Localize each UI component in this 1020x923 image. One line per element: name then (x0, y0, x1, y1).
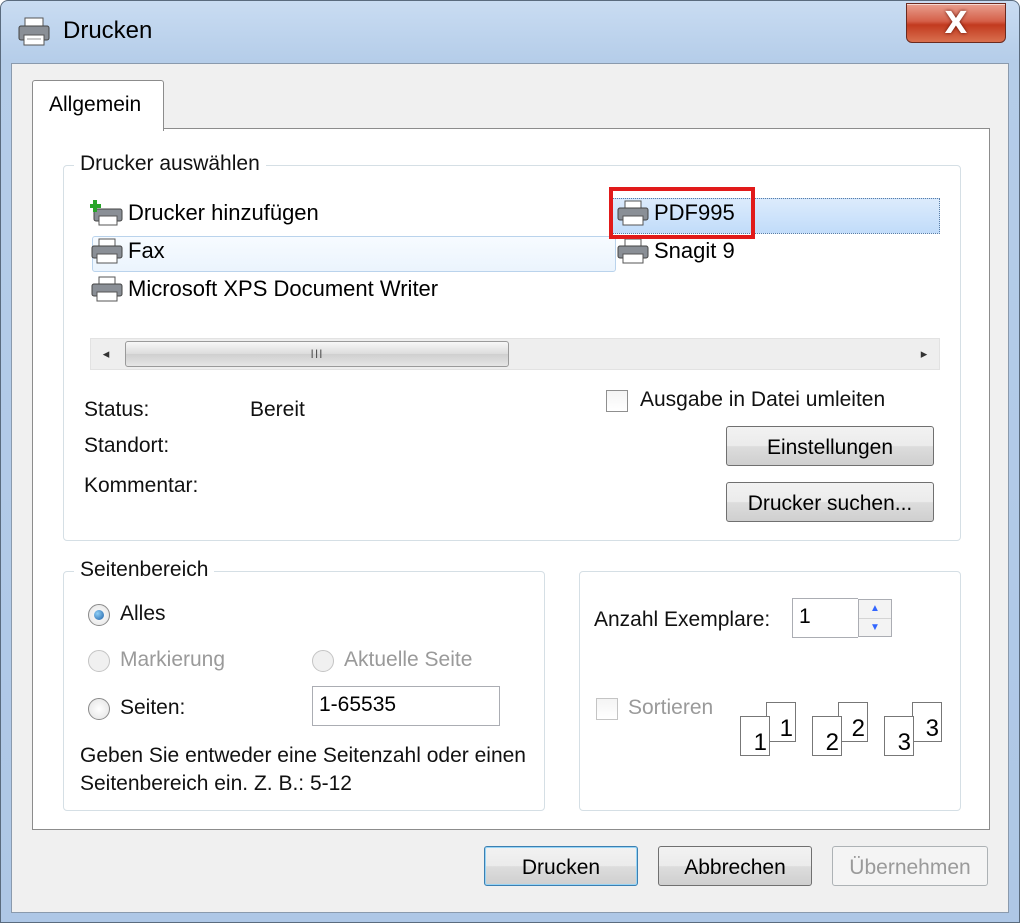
printer-item-label: Snagit 9 (654, 238, 735, 263)
dialog-body: Allgemein Drucker auswählen Drucker hinz… (11, 63, 1009, 913)
copies-input[interactable]: 1 (792, 598, 858, 638)
printer-item-add-printer[interactable]: Drucker hinzufügen (90, 200, 319, 226)
printer-item-label: Microsoft XPS Document Writer (128, 276, 439, 301)
collate-illustration: 1 1 2 2 3 3 (736, 702, 950, 768)
radio-pages-label[interactable]: Seiten: (120, 696, 185, 720)
printer-icon (91, 238, 123, 264)
location-label: Standort: (84, 434, 170, 457)
close-icon: X (944, 6, 968, 41)
copies-group: Anzahl Exemplare: 1 ▲ ▼ Sortieren 1 1 2 … (579, 571, 961, 811)
title-bar: Drucken X (1, 1, 1019, 59)
fax-hover-highlight (92, 236, 616, 272)
add-printer-icon (90, 200, 123, 226)
page-range-group: Seitenbereich Alles Markierung Aktuelle … (63, 558, 545, 811)
tab-panel-allgemein: Drucker auswählen Drucker hinzufügen Fax… (32, 128, 990, 830)
print-to-file-label[interactable]: Ausgabe in Datei umleiten (640, 388, 885, 412)
printer-icon (18, 17, 50, 46)
tab-allgemein[interactable]: Allgemein (32, 80, 164, 131)
apply-button: Übernehmen (832, 846, 988, 886)
collate-page-front: 3 (884, 716, 914, 756)
radio-selection (88, 650, 110, 672)
pages-input[interactable]: 1-65535 (312, 686, 500, 726)
status-label: Status: (84, 398, 150, 421)
copies-stepper[interactable]: ▲ ▼ (858, 599, 892, 637)
collate-page-back: 2 (838, 702, 868, 742)
radio-pages[interactable] (88, 698, 110, 720)
printer-item-snagit[interactable]: Snagit 9 (616, 238, 735, 264)
collate-page-back: 1 (766, 702, 796, 742)
page-range-hint: Geben Sie entweder eine Seitenzahl oder … (80, 744, 526, 795)
copies-label: Anzahl Exemplare: (594, 608, 771, 631)
scroll-thumb[interactable]: III (125, 341, 509, 367)
printer-item-label: Drucker hinzufügen (128, 200, 319, 225)
printer-selection-group: Drucker auswählen Drucker hinzufügen Fax… (63, 152, 961, 541)
settings-button[interactable]: Einstellungen (726, 426, 934, 466)
printer-list-hscrollbar[interactable]: ◂ III ▸ (90, 338, 940, 370)
radio-all-label[interactable]: Alles (120, 602, 166, 626)
collate-label: Sortieren (628, 696, 714, 719)
radio-current-page (312, 650, 334, 672)
collate-page-front: 2 (812, 716, 842, 756)
stepper-down-icon[interactable]: ▼ (859, 619, 891, 637)
printer-item-xps[interactable]: Microsoft XPS Document Writer (90, 276, 438, 302)
radio-current-page-label: Aktuelle Seite (344, 648, 473, 671)
cancel-button[interactable]: Abbrechen (658, 846, 812, 886)
tab-label: Allgemein (49, 93, 142, 116)
printer-group-label: Drucker auswählen (74, 152, 266, 176)
radio-selection-label: Markierung (120, 648, 226, 671)
stepper-up-icon[interactable]: ▲ (859, 600, 891, 619)
close-button[interactable]: X (906, 3, 1006, 43)
collate-checkbox (596, 698, 618, 720)
printer-icon (91, 276, 123, 302)
highlight-box (609, 187, 755, 239)
status-value: Bereit (250, 398, 305, 421)
window-title: Drucken (63, 17, 153, 44)
collate-page-back: 3 (912, 702, 942, 742)
printer-item-label: Fax (128, 238, 165, 263)
printer-item-fax[interactable]: Fax (90, 238, 165, 264)
printer-icon (617, 238, 649, 264)
find-printer-button[interactable]: Drucker suchen... (726, 482, 934, 522)
radio-all[interactable] (88, 604, 110, 626)
page-range-label: Seitenbereich (74, 558, 215, 582)
print-to-file-checkbox[interactable] (606, 390, 628, 412)
print-dialog: Drucken X Allgemein Drucker auswählen Dr… (0, 0, 1020, 923)
print-button[interactable]: Drucken (484, 846, 638, 886)
collate-page-front: 1 (740, 716, 770, 756)
scroll-left-icon[interactable]: ◂ (91, 339, 121, 369)
scroll-right-icon[interactable]: ▸ (909, 339, 939, 369)
comment-label: Kommentar: (84, 474, 199, 497)
